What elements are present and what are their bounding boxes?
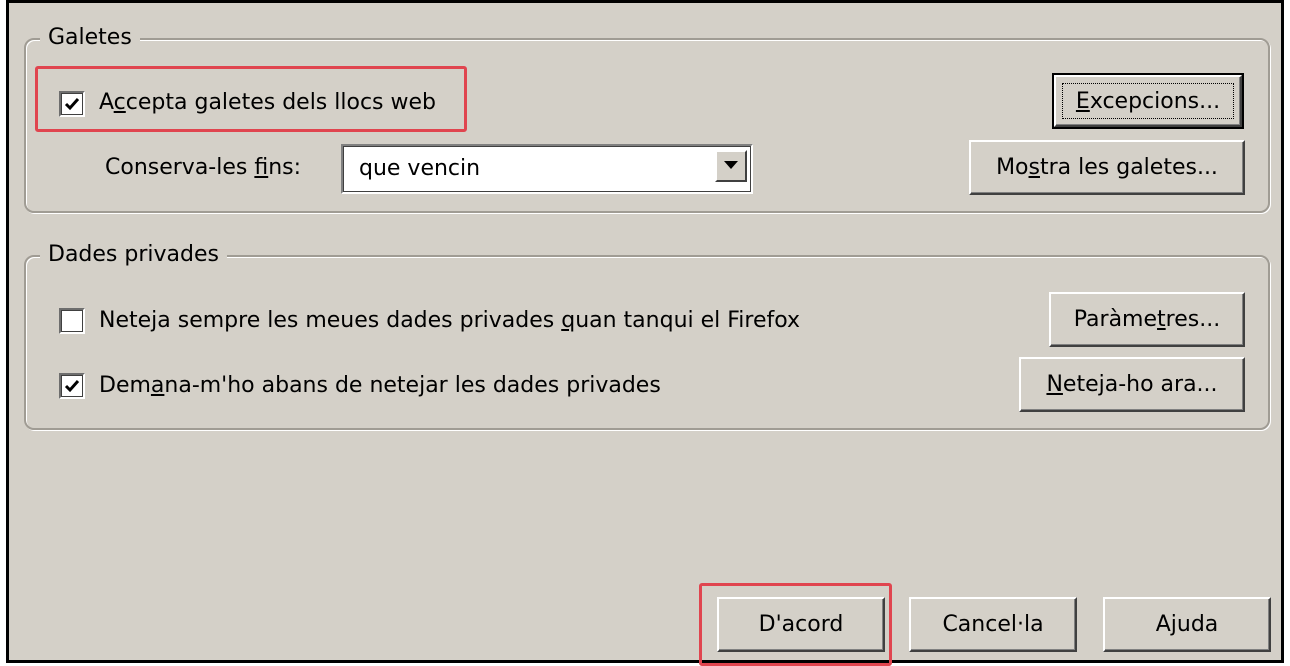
keep-until-value: que vencin: [359, 156, 481, 181]
help-button[interactable]: Ajuda: [1103, 597, 1271, 652]
always-clear-label[interactable]: Neteja sempre les meues dades privades q…: [99, 306, 800, 336]
keep-until-label: Conserva-les fins:: [105, 155, 302, 180]
ok-button-highlight: [699, 583, 892, 666]
clear-now-button[interactable]: Neteja-ho ara...: [1019, 357, 1245, 412]
private-data-group-legend: Dades privades: [40, 240, 227, 270]
accept-cookies-highlight: [35, 66, 467, 132]
cookies-group-legend: Galetes: [40, 23, 140, 53]
always-clear-checkbox[interactable]: [59, 308, 85, 334]
exceptions-button[interactable]: Excepcions...: [1052, 73, 1244, 129]
dropdown-arrow-icon: [724, 161, 738, 169]
show-cookies-button[interactable]: Mostra les galetes...: [969, 140, 1245, 195]
keep-until-select[interactable]: que vencin: [341, 144, 753, 194]
dropdown-arrow-button[interactable]: [715, 150, 747, 182]
checkmark-icon: [64, 380, 80, 393]
settings-button[interactable]: Paràmetres...: [1049, 292, 1245, 347]
focus-indicator: [1062, 83, 1234, 119]
cookies-privacy-dialog: Galetes Accepta galetes dels llocs web C…: [6, 0, 1284, 666]
ask-before-clear-checkbox[interactable]: [59, 373, 85, 399]
ask-before-clear-label[interactable]: Demana-m'ho abans de netejar les dades p…: [99, 371, 661, 401]
cancel-button[interactable]: Cancel·la: [909, 597, 1077, 652]
